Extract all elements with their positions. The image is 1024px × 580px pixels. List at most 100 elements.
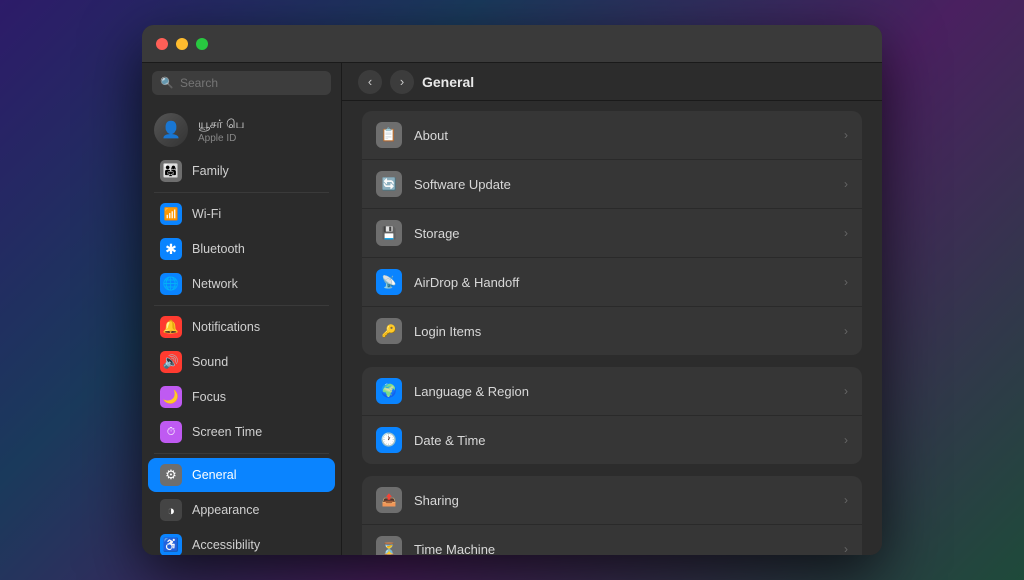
sidebar-item-sound[interactable]: 🔊 Sound <box>148 345 335 379</box>
time-machine-label: Time Machine <box>414 542 832 556</box>
about-chevron: › <box>844 128 848 142</box>
sidebar-label-notifications: Notifications <box>192 320 260 334</box>
settings-row-time-machine[interactable]: ⏳ Time Machine › <box>362 525 862 555</box>
sidebar-section-1: 👨‍👩‍👧 Family <box>142 154 341 188</box>
sidebar-label-focus: Focus <box>192 390 226 404</box>
accessibility-icon: ♿ <box>160 534 182 555</box>
appearance-icon: ◑ <box>160 499 182 521</box>
sidebar-item-user[interactable]: 👤 யூசர் பெ Apple ID <box>142 107 341 153</box>
date-time-label: Date & Time <box>414 433 832 448</box>
bluetooth-icon: ✱ <box>160 238 182 260</box>
sidebar-divider-2 <box>154 305 329 306</box>
sharing-label: Sharing <box>414 493 832 508</box>
general-icon: ⚙ <box>160 464 182 486</box>
software-update-chevron: › <box>844 177 848 191</box>
sidebar-item-focus[interactable]: 🌙 Focus <box>148 380 335 414</box>
sidebar-item-notifications[interactable]: 🔔 Notifications <box>148 310 335 344</box>
software-update-icon: 🔄 <box>376 171 402 197</box>
sidebar-item-network[interactable]: 🌐 Network <box>148 267 335 301</box>
search-icon: 🔍 <box>160 77 174 90</box>
airdrop-icon: 📡 <box>376 269 402 295</box>
time-machine-icon: ⏳ <box>376 536 402 555</box>
notifications-icon: 🔔 <box>160 316 182 338</box>
settings-row-sharing[interactable]: 📤 Sharing › <box>362 476 862 525</box>
sidebar-label-accessibility: Accessibility <box>192 538 260 552</box>
sidebar-label-screen-time: Screen Time <box>192 425 262 439</box>
sidebar-label-bluetooth: Bluetooth <box>192 242 245 256</box>
language-region-label: Language & Region <box>414 384 832 399</box>
sidebar-label-wifi: Wi-Fi <box>192 207 221 221</box>
wifi-icon: 📶 <box>160 203 182 225</box>
sidebar-scroll: 👤 யூசர் பெ Apple ID 👨‍👩‍👧 Family <box>142 103 341 555</box>
sidebar-item-family[interactable]: 👨‍👩‍👧 Family <box>148 154 335 188</box>
settings-row-software-update[interactable]: 🔄 Software Update › <box>362 160 862 209</box>
language-chevron: › <box>844 384 848 398</box>
close-button[interactable] <box>156 38 168 50</box>
date-time-chevron: › <box>844 433 848 447</box>
about-icon: 📋 <box>376 122 402 148</box>
settings-group-2: 🌍 Language & Region › 🕐 Date & Time › <box>362 367 862 464</box>
sidebar-section-3: 🔔 Notifications 🔊 Sound 🌙 Focus ⏱ Screen… <box>142 310 341 449</box>
focus-icon: 🌙 <box>160 386 182 408</box>
window-content: 🔍 👤 யூசர் பெ Apple ID 👨‍👩‍👧 <box>142 63 882 555</box>
settings-row-login-items[interactable]: 🔑 Login Items › <box>362 307 862 355</box>
date-time-icon: 🕐 <box>376 427 402 453</box>
search-container: 🔍 <box>142 63 341 103</box>
user-name: யூசர் பெ <box>198 117 244 133</box>
software-update-label: Software Update <box>414 177 832 192</box>
sharing-icon: 📤 <box>376 487 402 513</box>
titlebar <box>142 25 882 63</box>
network-icon: 🌐 <box>160 273 182 295</box>
settings-group-1: 📋 About › 🔄 Software Update › 💾 Storage … <box>362 111 862 355</box>
login-items-chevron: › <box>844 324 848 338</box>
user-subtitle: Apple ID <box>198 133 244 144</box>
sidebar: 🔍 👤 யூசர் பெ Apple ID 👨‍👩‍👧 <box>142 63 342 555</box>
airdrop-chevron: › <box>844 275 848 289</box>
sidebar-label-network: Network <box>192 277 238 291</box>
sound-icon: 🔊 <box>160 351 182 373</box>
sidebar-label-appearance: Appearance <box>192 503 259 517</box>
search-input[interactable] <box>152 71 331 95</box>
minimize-button[interactable] <box>176 38 188 50</box>
user-avatar: 👤 <box>154 113 188 147</box>
sidebar-item-appearance[interactable]: ◑ Appearance <box>148 493 335 527</box>
settings-row-about[interactable]: 📋 About › <box>362 111 862 160</box>
back-button[interactable]: ‹ <box>358 70 382 94</box>
sidebar-label-sound: Sound <box>192 355 228 369</box>
login-items-icon: 🔑 <box>376 318 402 344</box>
time-machine-chevron: › <box>844 542 848 555</box>
sidebar-divider-1 <box>154 192 329 193</box>
about-label: About <box>414 128 832 143</box>
screen-time-icon: ⏱ <box>160 421 182 443</box>
system-preferences-window: 🔍 👤 யூசர் பெ Apple ID 👨‍👩‍👧 <box>142 25 882 555</box>
settings-row-airdrop-handoff[interactable]: 📡 AirDrop & Handoff › <box>362 258 862 307</box>
user-info: யூசர் பெ Apple ID <box>198 117 244 144</box>
main-content: 📋 About › 🔄 Software Update › 💾 Storage … <box>342 101 882 555</box>
family-icon: 👨‍👩‍👧 <box>160 160 182 182</box>
storage-label: Storage <box>414 226 832 241</box>
forward-button[interactable]: › <box>390 70 414 94</box>
sidebar-section-4: ⚙ General ◑ Appearance ♿ Accessibility 🎛… <box>142 458 341 555</box>
maximize-button[interactable] <box>196 38 208 50</box>
main-header: ‹ › General <box>342 63 882 101</box>
settings-row-language-region[interactable]: 🌍 Language & Region › <box>362 367 862 416</box>
airdrop-label: AirDrop & Handoff <box>414 275 832 290</box>
sidebar-label-family: Family <box>192 164 229 178</box>
sidebar-item-bluetooth[interactable]: ✱ Bluetooth <box>148 232 335 266</box>
sidebar-item-screen-time[interactable]: ⏱ Screen Time <box>148 415 335 449</box>
sidebar-item-wifi[interactable]: 📶 Wi-Fi <box>148 197 335 231</box>
login-items-label: Login Items <box>414 324 832 339</box>
sidebar-item-accessibility[interactable]: ♿ Accessibility <box>148 528 335 555</box>
settings-row-date-time[interactable]: 🕐 Date & Time › <box>362 416 862 464</box>
sidebar-divider-3 <box>154 453 329 454</box>
language-icon: 🌍 <box>376 378 402 404</box>
storage-icon: 💾 <box>376 220 402 246</box>
settings-group-3: 📤 Sharing › ⏳ Time Machine › 🔁 Transfer … <box>362 476 862 555</box>
main-panel: ‹ › General 📋 About › 🔄 Software Update … <box>342 63 882 555</box>
sidebar-section-2: 📶 Wi-Fi ✱ Bluetooth 🌐 Network <box>142 197 341 301</box>
storage-chevron: › <box>844 226 848 240</box>
search-wrapper: 🔍 <box>152 71 331 95</box>
settings-row-storage[interactable]: 💾 Storage › <box>362 209 862 258</box>
sidebar-label-general: General <box>192 468 236 482</box>
sidebar-item-general[interactable]: ⚙ General <box>148 458 335 492</box>
